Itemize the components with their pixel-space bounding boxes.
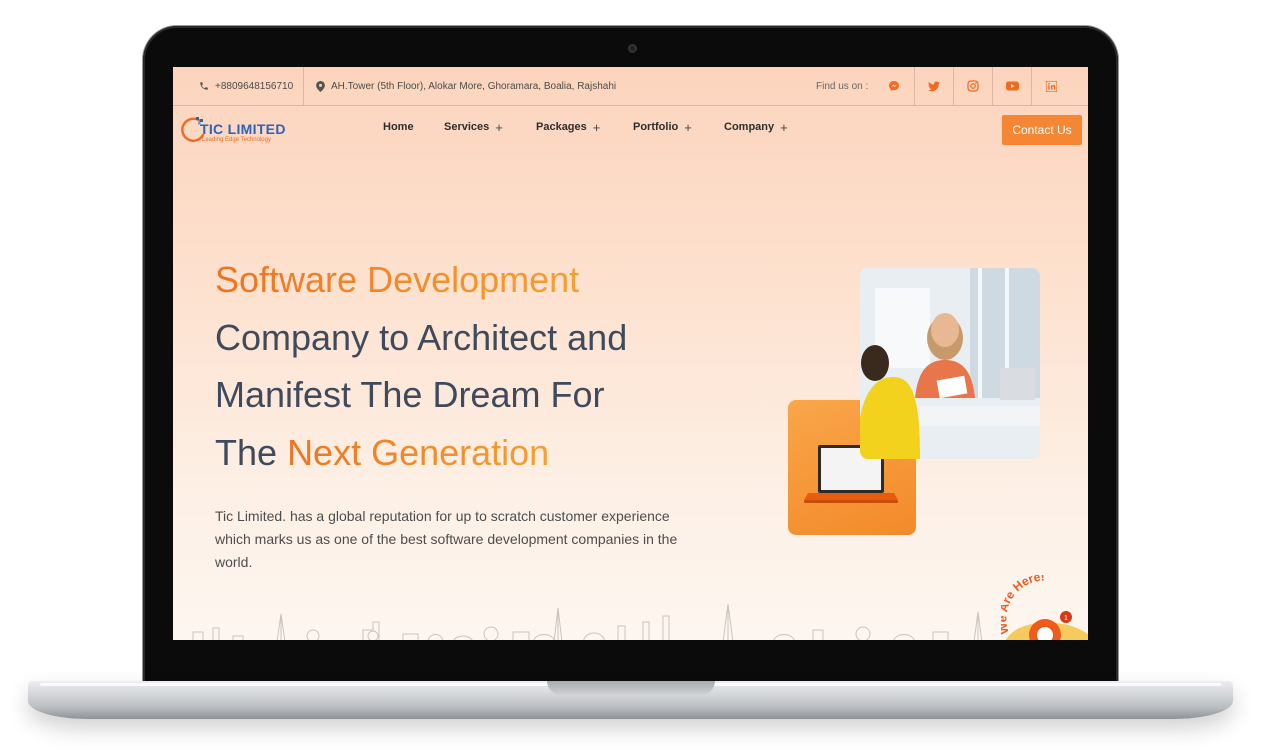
top-info-bar: +8809648156710 AH.Tower (5th Floor), Alo…: [173, 67, 1088, 106]
social-instagram[interactable]: [953, 67, 992, 105]
chat-widget[interactable]: 1 We Are Here!: [995, 569, 1088, 640]
plus-icon: +: [780, 119, 788, 135]
social-messenger[interactable]: [875, 67, 913, 105]
logo-tagline: Leading Edge Technology: [202, 137, 271, 143]
nav-label: Portfolio: [633, 121, 679, 133]
topbar-divider: [303, 67, 304, 105]
phone-icon: [200, 82, 208, 90]
social-youtube[interactable]: [992, 67, 1031, 105]
address-info: AH.Tower (5th Floor), Alokar More, Ghora…: [316, 67, 616, 105]
nav-label: Services: [444, 121, 490, 133]
phone-number: +8809648156710: [215, 80, 294, 92]
social-linkedin[interactable]: [1031, 67, 1070, 105]
hero-description: Tic Limited. has a global reputation for…: [215, 508, 678, 570]
nav-item-services[interactable]: Services +: [444, 115, 503, 139]
hero-headline-line-3: Manifest The Dream For: [215, 374, 605, 415]
webcam-icon: [628, 44, 637, 53]
find-us-label: Find us on :: [816, 80, 869, 92]
chat-widget-icon: 1 We Are Here!: [995, 569, 1088, 640]
twitter-icon: [928, 81, 940, 91]
phone-contact[interactable]: +8809648156710: [199, 67, 293, 105]
brand-logo[interactable]: TIC LIMITED Leading Edge Technology: [178, 111, 288, 147]
office-scene-image: [860, 268, 1040, 459]
nav-item-portfolio[interactable]: Portfolio +: [633, 115, 692, 139]
headline-prefix: The: [215, 432, 278, 473]
laptop-lid-notch: [547, 681, 715, 695]
plus-icon: +: [684, 119, 692, 135]
hero-headline-line-2: Company to Architect and: [215, 317, 628, 358]
instagram-icon: [967, 80, 979, 92]
hero-headline-line-4: The Next Generation: [215, 433, 549, 473]
nav-item-packages[interactable]: Packages +: [536, 115, 600, 139]
nav-label: Company: [724, 121, 775, 133]
plus-icon: +: [495, 119, 503, 135]
chat-badge-count: 1: [1064, 615, 1068, 622]
hero-office-photo: [860, 268, 1040, 459]
nav-label: Packages: [536, 121, 587, 133]
city-skyline-decoration: [192, 603, 1056, 640]
linkedin-icon: [1045, 80, 1057, 92]
logo-brand-name: TIC LIMITED: [200, 121, 286, 137]
headline-highlight: Next Generation: [287, 432, 550, 473]
hero-headline-line-1: Software Development: [215, 259, 580, 300]
nav-item-home[interactable]: Home: [383, 115, 414, 139]
messenger-icon: [889, 81, 899, 91]
contact-us-button[interactable]: Contact Us: [1002, 115, 1082, 145]
laptop-screen: +8809648156710 AH.Tower (5th Floor), Alo…: [173, 67, 1088, 640]
address-text: AH.Tower (5th Floor), Alokar More, Ghora…: [331, 80, 617, 92]
youtube-icon: [1005, 81, 1019, 91]
plus-icon: +: [592, 119, 601, 135]
laptop-bezel-bottom: [173, 640, 1088, 668]
social-twitter[interactable]: [914, 67, 953, 105]
nav-item-company[interactable]: Company +: [724, 115, 788, 139]
nav-label: Home: [383, 121, 414, 133]
location-pin-icon: [316, 80, 325, 92]
